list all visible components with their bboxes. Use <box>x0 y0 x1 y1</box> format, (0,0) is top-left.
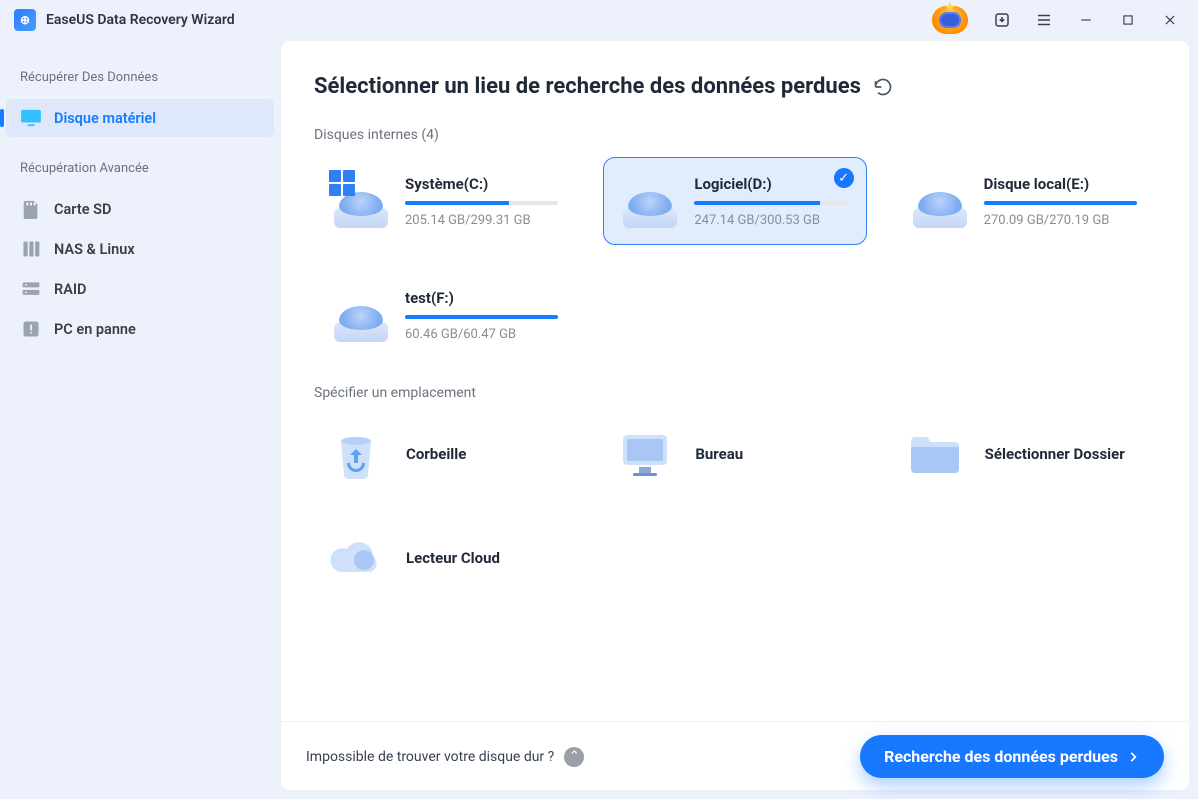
sidebar-item-nas-linux[interactable]: NAS & Linux <box>6 230 274 268</box>
footer-help-text: Impossible de trouver votre disque dur ? <box>306 749 554 765</box>
disk-usage-bar <box>984 201 1137 205</box>
location-name: Bureau <box>695 445 743 463</box>
upgrade-promo-icon[interactable] <box>932 6 968 34</box>
raid-icon <box>20 280 42 298</box>
disk-usage-bar <box>694 201 847 205</box>
sidebar-item-label: Carte SD <box>54 201 111 218</box>
disk-usage-bar <box>405 201 558 205</box>
footer-bar: Impossible de trouver votre disque dur ?… <box>280 721 1190 791</box>
sidebar-item-label: Disque matériel <box>54 110 156 127</box>
main-content: Sélectionner un lieu de recherche des do… <box>280 40 1190 721</box>
sidebar: Récupérer Des Données Disque matériel Ré… <box>0 40 280 799</box>
sdcard-icon <box>20 200 42 218</box>
disk-usage-text: 270.09 GB/270.19 GB <box>984 213 1137 228</box>
sidebar-section-recover: Récupérer Des Données <box>6 48 274 97</box>
disk-card[interactable]: Système(C:)205.14 GB/299.31 GB✓ <box>314 157 577 245</box>
location-name: Lecteur Cloud <box>406 549 500 567</box>
title-bar: ⊕ EaseUS Data Recovery Wizard <box>0 0 1198 40</box>
main-panel: Sélectionner un lieu de recherche des do… <box>280 40 1190 791</box>
disk-usage-text: 247.14 GB/300.53 GB <box>694 213 847 228</box>
location-card[interactable]: Bureau <box>603 415 866 493</box>
sidebar-section-advanced: Récupération Avancée <box>6 139 274 188</box>
selected-check-icon: ✓ <box>834 168 854 188</box>
internal-disks-label: Disques internes (4) <box>314 127 1156 143</box>
update-button[interactable] <box>988 6 1016 34</box>
app-logo-icon: ⊕ <box>14 9 36 31</box>
title-bar-left: ⊕ EaseUS Data Recovery Wizard <box>14 9 235 31</box>
app-title: EaseUS Data Recovery Wizard <box>46 12 235 28</box>
disk-icon <box>333 288 389 342</box>
disk-grid: Système(C:) 205.14 GB/299.31 GB ✓Logiciel(… <box>314 157 1156 359</box>
trash-icon <box>326 427 386 481</box>
folder-icon <box>905 427 965 481</box>
desktop-icon <box>615 427 675 481</box>
close-button[interactable] <box>1156 6 1184 34</box>
app-window: ⊕ EaseUS Data Recovery Wizard <box>0 0 1198 799</box>
minimize-button[interactable] <box>1072 6 1100 34</box>
sidebar-item-crashed-pc[interactable]: PC en panne <box>6 310 274 348</box>
disk-icon <box>912 174 968 228</box>
disk-card[interactable]: Logiciel(D:) 247.14 GB/300.53 GB ✓ <box>603 157 866 245</box>
sidebar-item-label: NAS & Linux <box>54 241 135 258</box>
sidebar-item-label: PC en panne <box>54 321 136 338</box>
disk-name: Logiciel(D:) <box>694 175 847 193</box>
title-bar-right <box>932 6 1184 34</box>
page-title-text: Sélectionner un lieu de recherche des do… <box>314 74 861 99</box>
location-name: Sélectionner Dossier <box>985 445 1125 463</box>
scan-button[interactable]: Recherche des données perdues <box>860 735 1164 778</box>
disk-name: Disque local(E:) <box>984 175 1137 193</box>
disk-usage-text: 205.14 GB/299.31 GB <box>405 213 558 228</box>
refresh-icon[interactable] <box>873 77 893 97</box>
location-grid: Corbeille Bureau Sélectionner Dossier <box>314 415 1156 493</box>
location-card[interactable]: Lecteur Cloud <box>314 519 577 597</box>
sidebar-item-raid[interactable]: RAID <box>6 270 274 308</box>
scan-button-label: Recherche des données perdues <box>884 747 1118 766</box>
disk-name: test(F:) <box>405 289 558 307</box>
location-name: Corbeille <box>406 445 466 463</box>
maximize-button[interactable] <box>1114 6 1142 34</box>
sidebar-item-hardware-disk[interactable]: Disque matériel <box>6 99 274 137</box>
hamburger-menu-button[interactable] <box>1030 6 1058 34</box>
location-card[interactable]: Sélectionner Dossier <box>893 415 1156 493</box>
disk-card[interactable]: Disque local(E:)270.09 GB/270.19 GB✓ <box>893 157 1156 245</box>
sidebar-item-label: RAID <box>54 281 87 298</box>
windows-badge-icon <box>329 170 355 196</box>
question-icon: ⌃ <box>564 747 584 767</box>
disk-card[interactable]: test(F:)60.46 GB/60.47 GB✓ <box>314 271 577 359</box>
disk-icon <box>622 174 678 228</box>
page-title: Sélectionner un lieu de recherche des do… <box>314 74 1156 99</box>
sidebar-item-sd-card[interactable]: Carte SD <box>6 190 274 228</box>
chevron-right-icon <box>1126 750 1140 764</box>
disk-icon <box>333 174 389 228</box>
monitor-icon <box>20 109 42 127</box>
cloud-icon <box>326 531 386 585</box>
specify-location-label: Spécifier un emplacement <box>314 385 1156 401</box>
server-icon <box>20 240 42 258</box>
alert-icon <box>20 320 42 338</box>
disk-name: Système(C:) <box>405 175 558 193</box>
disk-usage-text: 60.46 GB/60.47 GB <box>405 327 558 342</box>
footer-help[interactable]: Impossible de trouver votre disque dur ?… <box>306 747 584 767</box>
location-card[interactable]: Corbeille <box>314 415 577 493</box>
disk-usage-bar <box>405 315 558 319</box>
location-grid-row2: Lecteur Cloud <box>314 519 1156 597</box>
